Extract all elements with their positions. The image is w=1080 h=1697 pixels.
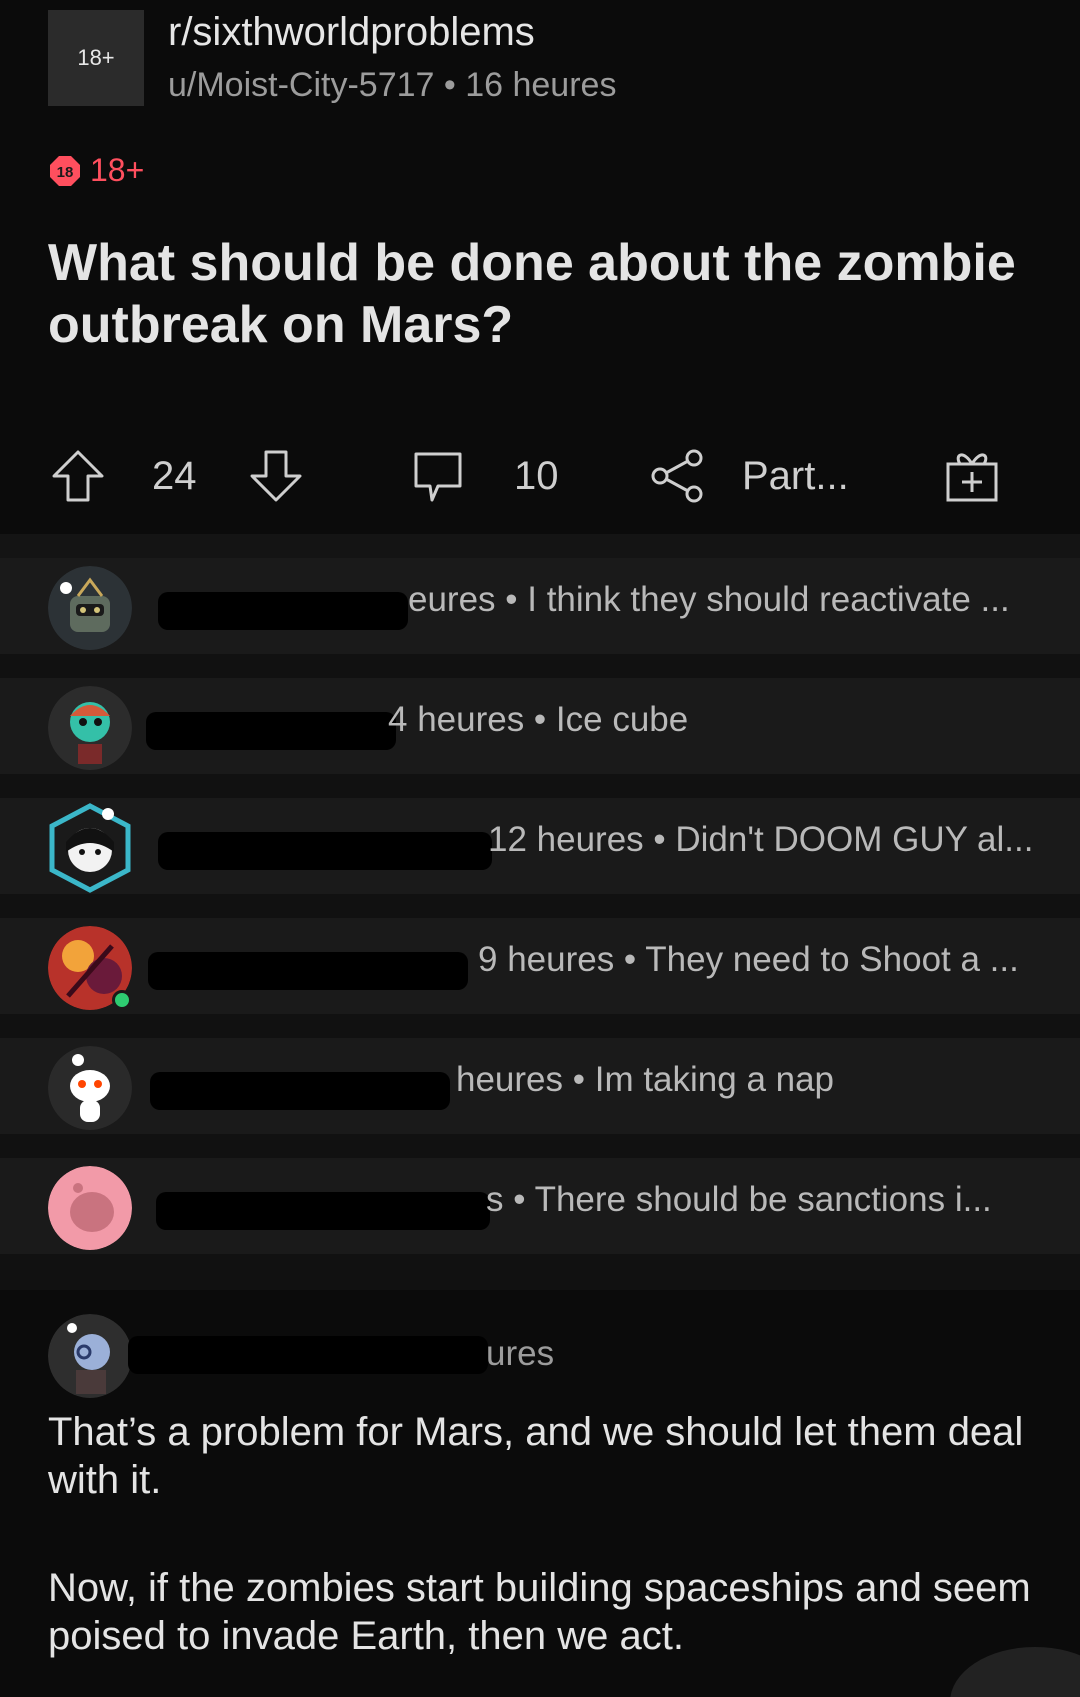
post-header: 18+ r/sixthworldproblems u/Moist-City-57… [0,0,1080,520]
subreddit-avatar[interactable]: 18+ [48,10,144,106]
pink-snoo-avatar[interactable] [48,1166,132,1250]
snoo-avatar[interactable] [48,1046,132,1130]
nsfw-badge: 18 18+ [48,152,144,189]
comments-button[interactable]: 10 [408,440,559,512]
collapsed-comment[interactable]: heures • Im taking a nap [0,1038,1080,1134]
section-divider [0,534,1080,558]
hex-avatar[interactable] [44,802,136,894]
commenter-avatar[interactable] [48,1314,132,1398]
redacted-username [148,952,468,990]
upvote-button[interactable] [48,440,108,512]
score: 24 [152,440,197,512]
share-button[interactable]: Part... [648,440,849,512]
subreddit-avatar-label: 18+ [77,45,115,70]
robot-avatar[interactable] [48,566,132,650]
nsfw-icon-number: 18 [57,164,74,181]
redacted-username [156,1192,490,1230]
subreddit-name[interactable]: r/sixthworldproblems [168,10,535,55]
comment-preview: 12 heures • Didn't DOOM GUY al... [488,820,1034,859]
post-author-meta[interactable]: u/Moist-City-5717 • 16 heures [168,66,616,105]
comment-count: 10 [514,453,559,498]
comment-gap [0,1014,1080,1038]
redacted-username [158,592,408,630]
comment-gap [0,774,1080,798]
redacted-username [150,1072,450,1110]
comment-preview: eures • I think they should reactivate .… [408,580,1010,619]
comment-preview: 9 heures • They need to Shoot a ... [478,940,1019,979]
arrow-down-icon [250,450,302,502]
collapsed-comment[interactable]: eures • I think they should reactivate .… [0,558,1080,654]
online-indicator [112,990,132,1010]
comment-bubble-icon [414,452,462,502]
collapsed-comment[interactable]: s • There should be sanctions i... [0,1158,1080,1254]
redacted-username [146,712,396,750]
redacted-username [128,1336,488,1374]
post-title: What should be done about the zombie out… [48,234,1016,354]
comment-preview: s • There should be sanctions i... [486,1180,992,1219]
nsfw-icon: 18 [50,155,80,186]
zombie-avatar[interactable] [48,686,132,770]
collapsed-comment[interactable]: 12 heures • Didn't DOOM GUY al... [0,798,1080,894]
expanded-comment: ures That’s a problem for Mars, and we s… [0,1290,1080,1697]
comment-meta: ures [486,1334,555,1373]
award-button[interactable] [942,440,1002,512]
comment-body-paragraph: That’s a problem for Mars, and we should… [48,1410,1024,1502]
collapsed-comment[interactable]: 4 heures • Ice cube [0,678,1080,774]
collapsed-comment[interactable]: 9 heures • They need to Shoot a ... [0,918,1080,1014]
downvote-button[interactable] [246,440,306,512]
comment-gap [0,1254,1080,1290]
post-action-bar: 24 10 Part... [0,440,1080,512]
comment-body-paragraph: Now, if the zombies start building space… [48,1566,1031,1658]
nsfw-label: 18+ [90,152,145,188]
arrow-up-icon [52,450,104,502]
comment-preview: 4 heures • Ice cube [388,700,689,739]
comment-preview: heures • Im taking a nap [456,1060,835,1099]
share-label: Part... [742,453,849,498]
comment-gap [0,654,1080,678]
comment-gap [0,1134,1080,1158]
gift-icon [946,453,998,502]
redacted-username [158,832,492,870]
comment-gap [0,894,1080,918]
score-value: 24 [152,453,197,498]
share-icon [651,449,703,503]
